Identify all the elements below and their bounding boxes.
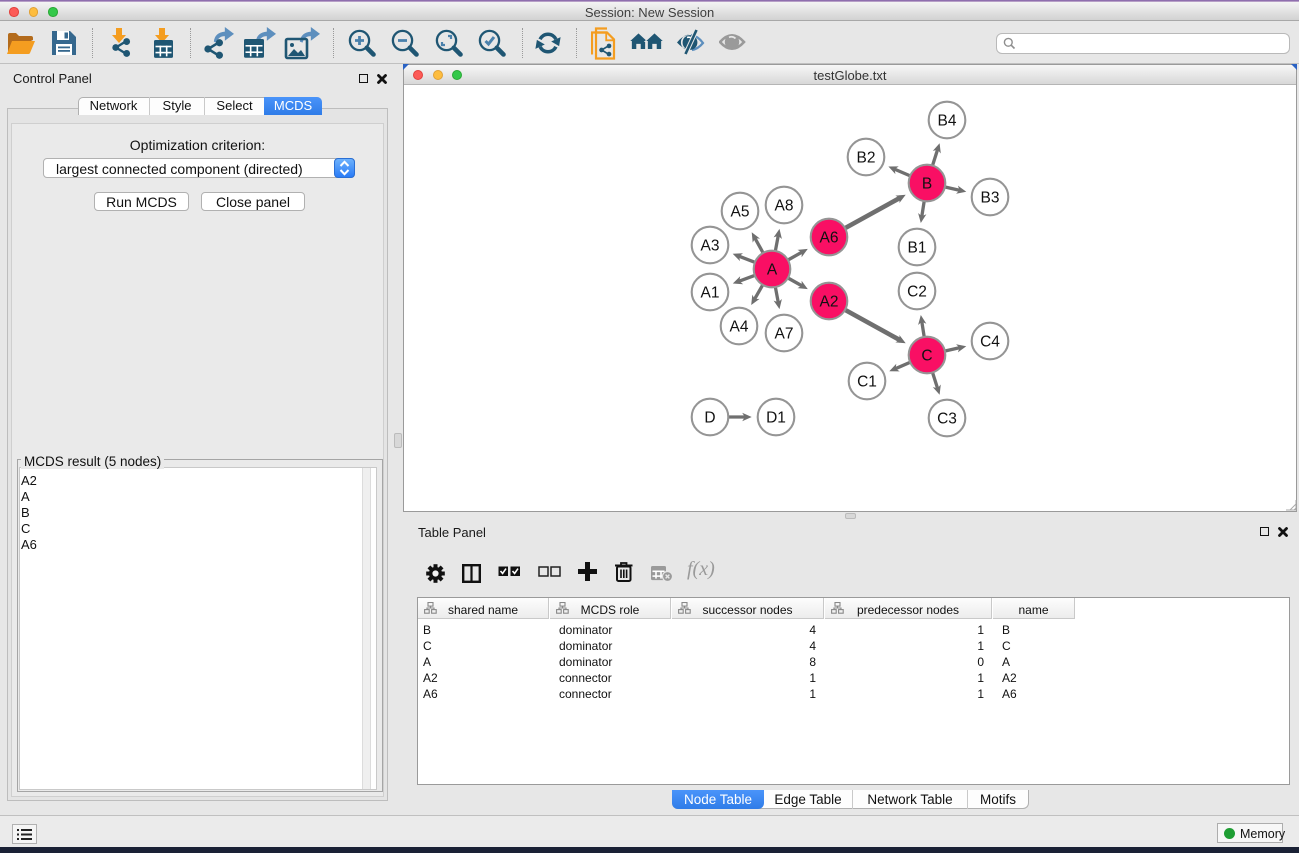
svg-text:A5: A5 xyxy=(731,204,750,221)
svg-text:C1: C1 xyxy=(857,374,877,391)
svg-text:C3: C3 xyxy=(937,411,957,428)
svg-text:B: B xyxy=(922,176,932,193)
svg-text:D: D xyxy=(704,410,715,427)
svg-text:A1: A1 xyxy=(701,285,720,302)
svg-text:C: C xyxy=(921,348,932,365)
svg-text:C4: C4 xyxy=(980,334,1000,351)
svg-text:A7: A7 xyxy=(775,326,794,343)
svg-text:B4: B4 xyxy=(938,113,957,130)
svg-text:C2: C2 xyxy=(907,284,927,301)
svg-text:A: A xyxy=(767,262,778,279)
svg-text:A6: A6 xyxy=(820,230,839,247)
svg-text:A8: A8 xyxy=(775,198,794,215)
svg-text:A2: A2 xyxy=(820,294,839,311)
svg-text:B1: B1 xyxy=(908,240,927,257)
svg-text:B3: B3 xyxy=(981,190,1000,207)
svg-text:A3: A3 xyxy=(701,238,720,255)
svg-text:D1: D1 xyxy=(766,410,786,427)
svg-text:A4: A4 xyxy=(730,319,749,336)
svg-text:B2: B2 xyxy=(857,150,876,167)
